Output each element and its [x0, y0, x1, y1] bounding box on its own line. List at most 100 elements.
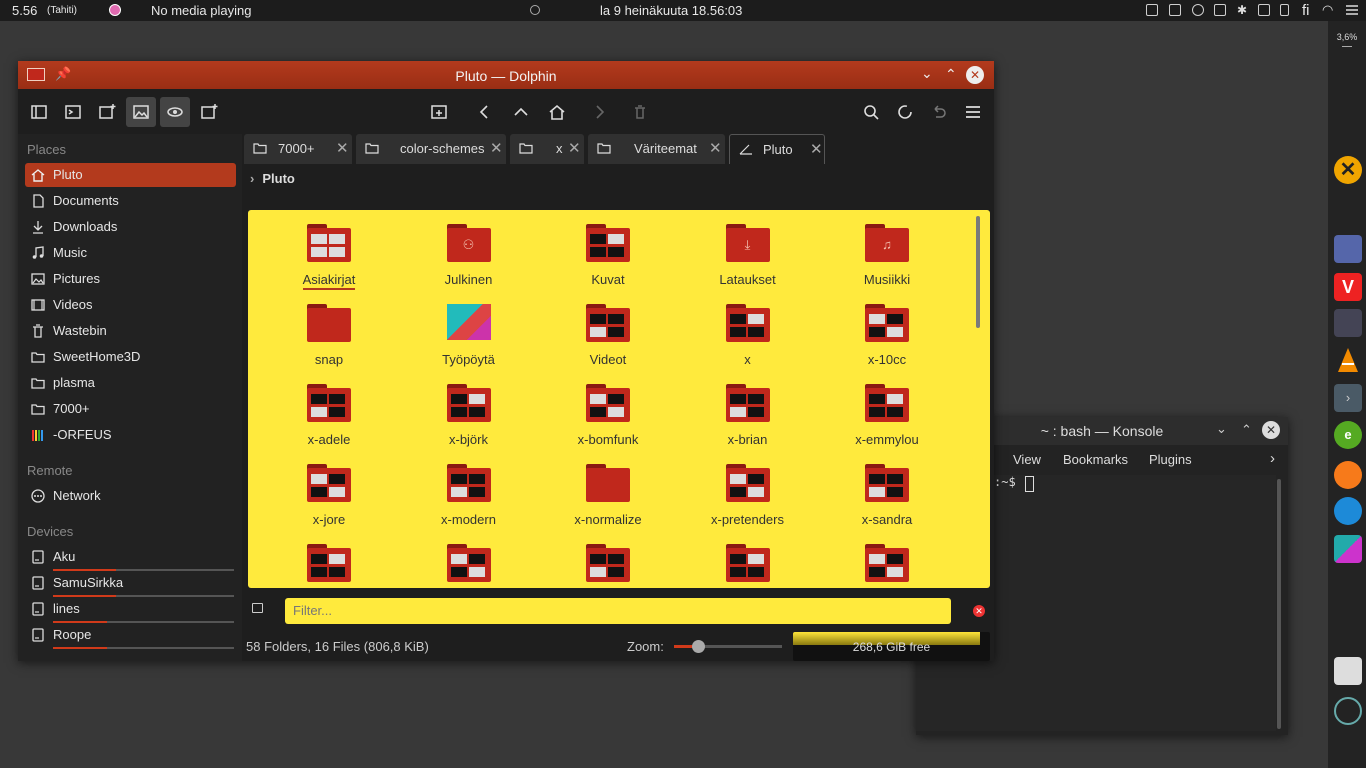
folder-item[interactable]: Työpöytä — [409, 290, 529, 368]
menu-icon[interactable] — [1345, 3, 1359, 17]
filter-input[interactable]: Filter... — [285, 598, 951, 624]
tab-pluto[interactable]: Pluto ✕ — [729, 134, 825, 164]
hamburger-menu-icon[interactable] — [958, 97, 988, 127]
wifi-icon[interactable]: ◠ — [1322, 2, 1333, 18]
folder-item[interactable]: x-normalize — [548, 450, 668, 528]
back-icon[interactable] — [470, 97, 500, 127]
tab-x[interactable]: x ✕ — [510, 134, 584, 164]
new-tab-icon[interactable] — [194, 97, 224, 127]
tab-väriteemat[interactable]: Väriteemat ✕ — [588, 134, 725, 164]
display-icon[interactable] — [1146, 4, 1158, 16]
monitor-icon[interactable] — [1214, 4, 1226, 16]
tab-close-icon[interactable]: ✕ — [709, 139, 722, 157]
konsole-icon[interactable]: › — [1334, 384, 1362, 412]
media-status[interactable]: No media playing — [151, 3, 251, 18]
view-scrollbar[interactable] — [976, 216, 980, 328]
lock-icon[interactable] — [1258, 4, 1270, 16]
sidebar-device-samusirkka[interactable]: SamuSirkka — [25, 571, 236, 597]
up-icon[interactable] — [506, 97, 536, 127]
sidebar-item-network[interactable]: Network — [25, 484, 236, 508]
minimize-icon[interactable]: ⌄ — [1216, 421, 1227, 437]
breadcrumb[interactable]: › Pluto — [244, 171, 295, 191]
folder-item[interactable] — [409, 530, 529, 588]
folder-item[interactable] — [269, 530, 389, 588]
preview-icon[interactable] — [126, 97, 156, 127]
tab-close-icon[interactable]: ✕ — [568, 139, 581, 157]
sidebar-device-lines[interactable]: lines — [25, 597, 236, 623]
konsole-scrollbar[interactable] — [1277, 479, 1281, 729]
play-icon[interactable] — [530, 5, 540, 15]
volume-icon[interactable] — [1192, 4, 1204, 16]
sidebar-device-aku[interactable]: Aku — [25, 545, 236, 571]
file-manager-icon[interactable] — [1334, 235, 1362, 263]
tab-close-icon[interactable]: ✕ — [810, 140, 823, 158]
settings-icon[interactable] — [1334, 309, 1362, 337]
minimize-icon[interactable]: ⌄ — [921, 65, 933, 82]
battery-icon[interactable] — [1280, 4, 1289, 16]
sidebar-item-orfeus[interactable]: -ORFEUS — [25, 423, 236, 447]
clock-icon[interactable] — [1334, 697, 1362, 725]
new-window-icon[interactable] — [92, 97, 122, 127]
sidebar-device-roope[interactable]: Roope — [25, 623, 236, 649]
tab-close-icon[interactable]: ✕ — [490, 139, 503, 157]
sidebar-item-wastebin[interactable]: Wastebin — [25, 319, 236, 343]
panel-clock-small[interactable]: 5.56 — [12, 3, 37, 18]
split-view-icon[interactable] — [424, 97, 454, 127]
media-player-icon[interactable] — [109, 4, 121, 16]
panel-datetime[interactable]: la 9 heinäkuuta 18.56:03 — [600, 3, 742, 18]
zoom-slider[interactable] — [674, 640, 782, 653]
folder-item[interactable]: ⤓ Lataukset — [688, 210, 808, 288]
zoom-slider-handle[interactable] — [691, 640, 705, 653]
trash-icon[interactable] — [625, 97, 655, 127]
sidebar-item-pluto[interactable]: Pluto — [25, 163, 236, 187]
forward-icon[interactable] — [584, 97, 614, 127]
clear-filter-icon[interactable]: ✕ — [973, 605, 985, 617]
sidebar-item-downloads[interactable]: Downloads — [25, 215, 236, 239]
folder-item[interactable] — [827, 530, 947, 588]
menu-bookmarks[interactable]: Bookmarks — [1063, 452, 1128, 467]
folder-item[interactable]: x-10cc — [827, 290, 947, 368]
sidebar-item-documents[interactable]: Documents — [25, 189, 236, 213]
store-icon[interactable] — [1334, 535, 1362, 563]
folder-item[interactable]: ♫ Musiikki — [827, 210, 947, 288]
sidebar-item-sweethome3d[interactable]: SweetHome3D — [25, 345, 236, 369]
kdeconnect-icon[interactable] — [1334, 497, 1362, 525]
vlc-icon[interactable] — [1334, 346, 1362, 374]
close-x-app-icon[interactable]: ✕ — [1334, 156, 1362, 184]
close-icon[interactable]: ✕ — [966, 66, 984, 84]
orange-app-icon[interactable] — [1334, 461, 1362, 489]
maximize-icon[interactable]: ⌃ — [1241, 422, 1252, 438]
lock-icon[interactable] — [252, 603, 263, 613]
keyboard-layout[interactable]: fi — [1302, 2, 1310, 19]
places-panel-icon[interactable] — [24, 97, 54, 127]
sidebar-item-music[interactable]: Music — [25, 241, 236, 265]
vivaldi-icon[interactable]: V — [1334, 273, 1362, 301]
menu-more-icon[interactable]: › — [1270, 450, 1275, 467]
folder-item[interactable]: Kuvat — [548, 210, 668, 288]
menu-plugins[interactable]: Plugins — [1149, 452, 1192, 467]
folder-item[interactable]: x-modern — [409, 450, 529, 528]
sidebar-item-videos[interactable]: Videos — [25, 293, 236, 317]
tab-7000-[interactable]: 7000+ ✕ — [244, 134, 352, 164]
cpu-load[interactable]: 3,6% — [1328, 32, 1366, 42]
folder-item[interactable]: x-sandra — [827, 450, 947, 528]
eye-icon[interactable] — [160, 97, 190, 127]
konsole-close-icon[interactable]: ✕ — [1262, 421, 1280, 439]
search-icon[interactable] — [856, 97, 886, 127]
undo-icon[interactable] — [924, 97, 954, 127]
maximize-icon[interactable]: ⌃ — [945, 66, 957, 83]
tab-color-schemes[interactable]: color-schemes ✕ — [356, 134, 506, 164]
sidebar-item-plasma[interactable]: plasma — [25, 371, 236, 395]
folder-item[interactable]: x-adele — [269, 370, 389, 448]
folder-item[interactable]: snap — [269, 290, 389, 368]
terminal-panel-icon[interactable] — [58, 97, 88, 127]
bluetooth-icon[interactable]: ✱ — [1237, 3, 1247, 17]
clipboard-icon[interactable] — [1169, 4, 1181, 16]
breadcrumb-item[interactable]: Pluto — [262, 171, 295, 186]
folder-item[interactable]: x-bomfunk — [548, 370, 668, 448]
folder-item[interactable]: x-brian — [688, 370, 808, 448]
folder-item[interactable]: Videot — [548, 290, 668, 368]
file-view[interactable]: Asiakirjat ⚇ Julkinen Kuvat ⤓ Lataukset ♫ Musii… — [248, 210, 990, 588]
notes-icon[interactable] — [1334, 657, 1362, 685]
folder-item[interactable] — [688, 530, 808, 588]
